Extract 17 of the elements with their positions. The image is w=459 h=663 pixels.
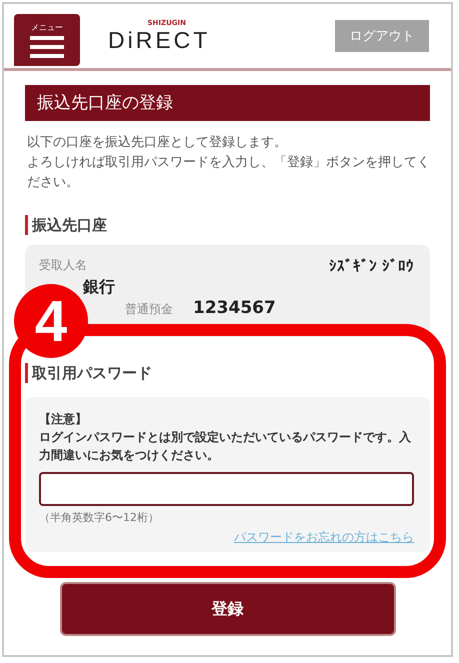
notice-title: 【注意】 <box>39 411 88 428</box>
section-heading: 取引用パスワード <box>25 363 430 383</box>
password-field[interactable] <box>39 472 414 506</box>
notice-text: ログインパスワードとは別で設定いただいているパスワードです。入力間違いにお気をつけください。 <box>39 429 412 464</box>
recipient-label: 受取人名 <box>39 257 87 274</box>
menu-icon <box>30 36 64 58</box>
account-number: 1234567 <box>193 298 276 318</box>
recipient-name: ｼｽﾞｷﾞﾝ ｼﾞﾛｳ <box>328 257 414 275</box>
intro-text: よろしければ取引用パスワードを入力し、「登録」ボタンを押してください。 <box>27 154 430 192</box>
hint-text: （半角英数字6〜12桁） <box>39 510 160 525</box>
menu-button[interactable]: メニュー <box>14 14 80 66</box>
logo-text: DiRECT <box>108 26 210 54</box>
account-type: 普通預金 <box>125 301 173 318</box>
section-heading: 振込先口座 <box>25 215 430 235</box>
intro-text: 以下の口座を振込先口座として登録します。 <box>27 134 288 152</box>
register-button[interactable]: 登録 <box>60 582 396 636</box>
page-title: 振込先口座の登録 <box>25 85 430 121</box>
